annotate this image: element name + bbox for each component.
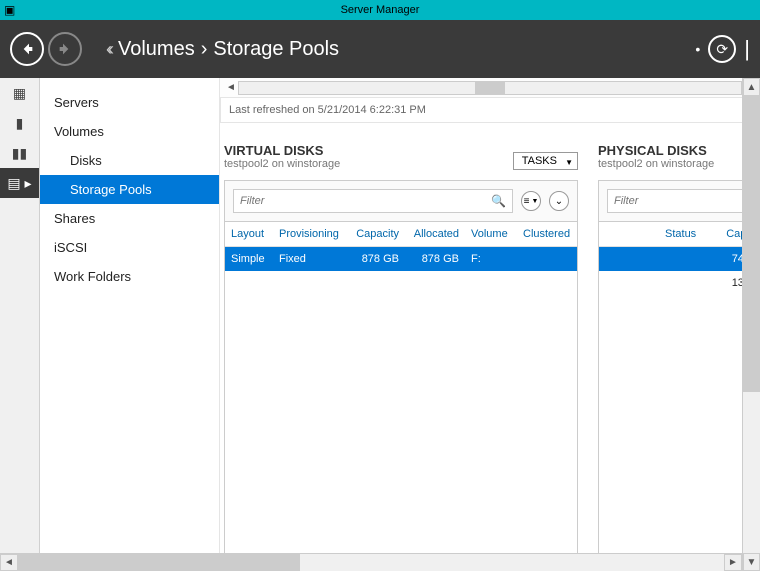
- refresh-icon: ⟳: [716, 41, 728, 58]
- physical-filter-box[interactable]: [607, 189, 760, 213]
- virtual-filterbar: 🔍 ≡▼ ⌄: [224, 180, 578, 222]
- cell-status: [659, 247, 715, 271]
- nav-storage-pools[interactable]: Storage Pools: [40, 175, 219, 204]
- forward-button: [48, 32, 82, 66]
- col-capacity[interactable]: Capacity: [349, 222, 405, 246]
- iconbar-local-server[interactable]: ▮: [0, 108, 39, 138]
- breadcrumb: Volumes › Storage Pools: [118, 38, 339, 61]
- chevron-right-icon: ›: [201, 38, 208, 61]
- virtual-view-options[interactable]: ≡▼: [521, 191, 541, 211]
- iconbar: ▦ ▮ ▮▮ ▤ ▸: [0, 78, 40, 571]
- arrow-right-icon: [57, 41, 73, 57]
- top-scrollbar[interactable]: ◄ ►: [220, 78, 760, 98]
- nav-disks[interactable]: Disks: [40, 146, 219, 175]
- cell-allocated: 878 GB: [405, 247, 465, 271]
- breadcrumb-current: Storage Pools: [213, 38, 339, 61]
- col-volume[interactable]: Volume: [465, 222, 517, 246]
- col-layout[interactable]: Layout: [225, 222, 273, 246]
- virtual-disks-subtitle: testpool2 on winstorage: [224, 158, 340, 170]
- physical-disks-panel: PHYSICAL DISKS testpool2 on winstorage S…: [598, 143, 760, 571]
- scroll-thumb[interactable]: [743, 96, 760, 392]
- virtual-tasks-dropdown[interactable]: TASKS: [513, 152, 578, 170]
- scroll-left-icon[interactable]: ◄: [224, 82, 238, 93]
- main-content: ◄ ► Last refreshed on 5/21/2014 6:22:31 …: [220, 78, 760, 571]
- list-icon: ≡: [524, 196, 530, 207]
- cell-clustered: [517, 247, 577, 271]
- scroll-thumb[interactable]: [475, 82, 505, 94]
- iconbar-file-storage[interactable]: ▤ ▸: [0, 168, 39, 198]
- nav-volumes[interactable]: Volumes: [40, 117, 219, 146]
- cell-provisioning: Fixed: [273, 247, 349, 271]
- header-divider: |: [744, 36, 750, 62]
- refresh-button[interactable]: ⟳: [708, 35, 736, 63]
- cell-layout: Simple: [225, 247, 273, 271]
- horizontal-scrollbar[interactable]: ◄ ►: [0, 553, 742, 571]
- scroll-left-icon[interactable]: ◄: [0, 554, 18, 571]
- refresh-timestamp: Last refreshed on 5/21/2014 6:22:31 PM: [220, 98, 760, 123]
- virtual-disks-title: VIRTUAL DISKS: [224, 143, 340, 158]
- physical-disk-row[interactable]: 745 GB: [599, 247, 760, 271]
- titlebar: ▣ Server Manager: [0, 0, 760, 20]
- virtual-disks-panel: VIRTUAL DISKS testpool2 on winstorage TA…: [224, 143, 578, 571]
- sidebar-nav: Servers Volumes Disks Storage Pools Shar…: [40, 78, 220, 571]
- iconbar-all-servers[interactable]: ▮▮: [0, 138, 39, 168]
- breadcrumb-parent[interactable]: Volumes: [118, 38, 195, 61]
- physical-disks-title: PHYSICAL DISKS: [598, 143, 714, 158]
- virtual-expand[interactable]: ⌄: [549, 191, 569, 211]
- physical-filterbar: [598, 180, 760, 222]
- virtual-filter-box[interactable]: 🔍: [233, 189, 513, 213]
- header-menu-dot[interactable]: •: [695, 41, 700, 57]
- virtual-disk-row[interactable]: Simple Fixed 878 GB 878 GB F:: [225, 247, 577, 271]
- cell-status: [659, 271, 715, 295]
- chevron-down-icon: ▼: [531, 198, 538, 205]
- physical-disks-subtitle: testpool2 on winstorage: [598, 158, 714, 170]
- nav-work-folders[interactable]: Work Folders: [40, 262, 219, 291]
- system-menu-icon[interactable]: ▣: [4, 3, 15, 17]
- iconbar-dashboard[interactable]: ▦: [0, 78, 39, 108]
- col-provisioning[interactable]: Provisioning: [273, 222, 349, 246]
- col-clustered[interactable]: Clustered: [517, 222, 577, 246]
- up-level-icon[interactable]: ‹‹: [106, 39, 110, 60]
- virtual-grid-header: Layout Provisioning Capacity Allocated V…: [225, 222, 577, 247]
- physical-filter-input[interactable]: [614, 195, 760, 207]
- chevron-down-icon: ⌄: [555, 196, 563, 207]
- cell-capacity: 878 GB: [349, 247, 405, 271]
- col-allocated[interactable]: Allocated: [405, 222, 465, 246]
- cell-volume: F:: [465, 247, 517, 271]
- scroll-down-icon[interactable]: ▼: [743, 553, 760, 571]
- arrow-left-icon: [19, 41, 35, 57]
- nav-iscsi[interactable]: iSCSI: [40, 233, 219, 262]
- virtual-disks-grid: Layout Provisioning Capacity Allocated V…: [224, 222, 578, 571]
- col-spacer: [599, 222, 659, 246]
- back-button[interactable]: [10, 32, 44, 66]
- vertical-scrollbar[interactable]: ▲ ▼: [742, 78, 760, 571]
- nav-servers[interactable]: Servers: [40, 88, 219, 117]
- physical-disks-grid: Status Capacity 745 GB 136 GB: [598, 222, 760, 571]
- col-status[interactable]: Status: [659, 222, 715, 246]
- physical-grid-header: Status Capacity: [599, 222, 760, 247]
- search-icon[interactable]: 🔍: [491, 194, 506, 208]
- header: ‹‹ Volumes › Storage Pools • ⟳ |: [0, 20, 760, 78]
- scroll-right-icon[interactable]: ►: [724, 554, 742, 571]
- physical-disk-row[interactable]: 136 GB: [599, 271, 760, 295]
- window-title: Server Manager: [341, 4, 420, 16]
- nav-shares[interactable]: Shares: [40, 204, 219, 233]
- virtual-filter-input[interactable]: [240, 195, 491, 207]
- scroll-thumb[interactable]: [18, 554, 300, 571]
- scroll-up-icon[interactable]: ▲: [743, 78, 760, 96]
